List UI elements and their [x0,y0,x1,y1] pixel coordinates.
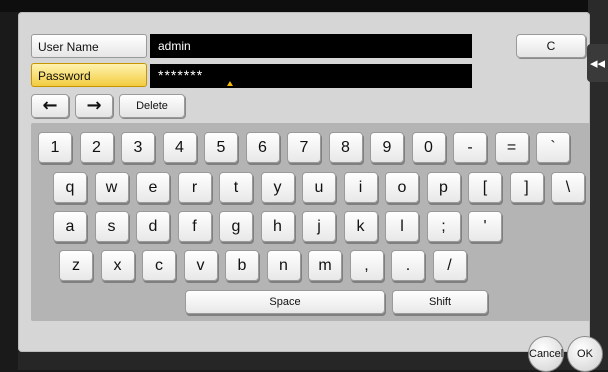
key[interactable]: - [453,132,487,163]
key[interactable]: d [136,211,170,242]
top-strip [0,0,608,12]
key[interactable]: r [177,172,212,203]
key[interactable]: b [225,250,259,281]
username-field[interactable]: admin [150,34,472,58]
key[interactable]: v [183,250,218,281]
key[interactable]: . [391,250,425,281]
key[interactable]: e [136,172,170,203]
space-key[interactable]: Space [185,290,385,314]
password-label-button[interactable]: Password [31,63,147,87]
key[interactable]: 7 [287,132,321,163]
key[interactable]: s [94,211,129,242]
ok-button[interactable]: OK [567,336,603,372]
key[interactable]: t [219,172,253,203]
key[interactable]: 4 [162,132,197,163]
key[interactable]: n [266,250,301,281]
key[interactable]: / [432,250,467,281]
key[interactable]: o [385,172,419,203]
key[interactable]: 1 [38,132,72,163]
key[interactable]: c [142,250,176,281]
arrow-left-icon: ← [42,95,58,116]
key[interactable]: q [53,172,87,203]
key[interactable]: 3 [121,132,155,163]
password-field[interactable]: ******* [150,64,472,88]
key[interactable]: 0 [411,132,446,163]
key[interactable]: u [302,172,336,203]
key[interactable]: 9 [370,132,404,163]
key[interactable]: 8 [328,132,363,163]
key[interactable]: x [100,250,135,281]
key[interactable]: ] [509,172,544,203]
key[interactable]: k [343,211,378,242]
key[interactable]: l [385,211,419,242]
key[interactable]: y [260,172,295,203]
key[interactable]: z [59,250,93,281]
key[interactable]: a [53,211,87,242]
key[interactable]: ' [468,211,502,242]
key[interactable]: 2 [79,132,114,163]
key[interactable]: , [349,250,384,281]
text-cursor-icon [227,81,233,86]
key[interactable]: j [302,211,336,242]
keyboard-area: 1 2 3 4 5 6 7 8 9 0- = ` q w e r t y u i o p[] \ a s d f g h j k l; ' z x c… [31,123,590,321]
key[interactable]: 6 [245,132,280,163]
bottom-bar [18,352,590,370]
key[interactable]: \ [551,172,585,203]
cancel-button[interactable]: Cancel [528,336,564,372]
key[interactable]: g [219,211,253,242]
username-label-button[interactable]: User Name [31,34,147,58]
key[interactable]: [ [468,172,502,203]
key[interactable]: h [260,211,295,242]
shift-key[interactable]: Shift [392,290,488,314]
key[interactable]: ` [536,132,570,163]
key[interactable]: i [343,172,378,203]
key[interactable]: = [494,132,529,163]
cursor-left-button[interactable]: ← [31,94,69,118]
arrow-right-icon: → [86,95,102,116]
key[interactable]: m [308,250,342,281]
clear-button[interactable]: C [516,34,586,58]
delete-button[interactable]: Delete [119,94,185,118]
collapse-tab[interactable]: ◂◂ [587,44,608,82]
key[interactable]: f [177,211,212,242]
key[interactable]: p [426,172,461,203]
cursor-right-button[interactable]: → [75,94,113,118]
key[interactable]: ; [426,211,461,242]
key[interactable]: 5 [204,132,238,163]
key[interactable]: w [94,172,129,203]
double-chevron-left-icon: ◂◂ [589,54,606,72]
